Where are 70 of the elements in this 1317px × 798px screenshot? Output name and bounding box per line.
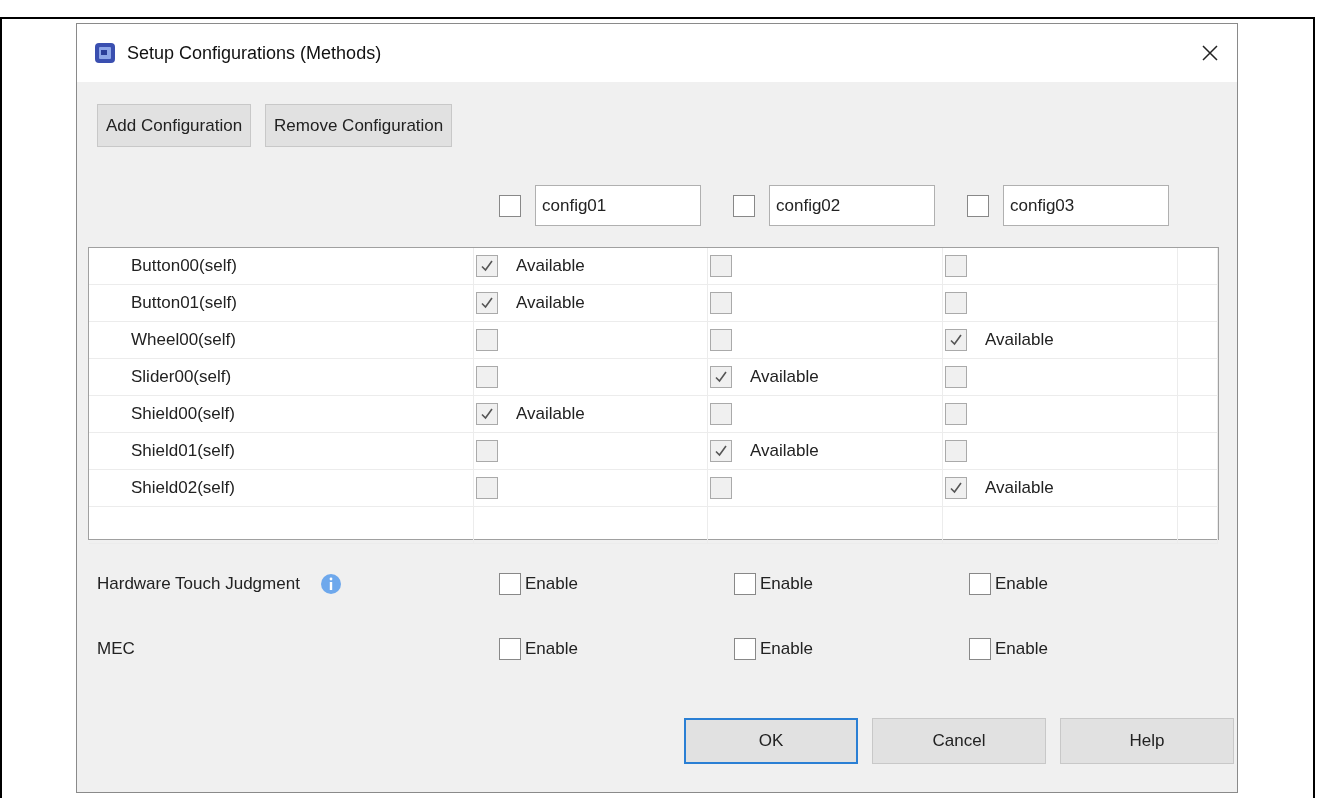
checkbox[interactable] bbox=[710, 477, 732, 499]
method-name: Shield02(self) bbox=[131, 478, 235, 498]
dialog-button[interactable]: Cancel bbox=[872, 718, 1046, 764]
checkbox-label: Enable bbox=[525, 574, 578, 594]
dialog-button[interactable]: Help bbox=[1060, 718, 1234, 764]
method-name: Wheel00(self) bbox=[131, 330, 236, 350]
checkbox[interactable] bbox=[476, 477, 498, 499]
name-field[interactable]: config03 bbox=[1003, 185, 1169, 226]
checkbox[interactable] bbox=[476, 440, 498, 462]
checkbox[interactable] bbox=[710, 440, 732, 462]
status-text: Available bbox=[985, 478, 1054, 498]
name-field[interactable]: config01 bbox=[535, 185, 701, 226]
checkbox[interactable] bbox=[734, 638, 756, 660]
status-text: Available bbox=[985, 330, 1054, 350]
method-name: Shield00(self) bbox=[131, 404, 235, 424]
window-title: Setup Configurations (Methods) bbox=[127, 42, 383, 64]
checkbox[interactable] bbox=[945, 440, 967, 462]
checkbox[interactable] bbox=[710, 292, 732, 314]
checkbox[interactable] bbox=[476, 329, 498, 351]
status-text: Available bbox=[516, 256, 585, 276]
checkbox[interactable] bbox=[945, 292, 967, 314]
checkbox-label: Enable bbox=[995, 574, 1048, 594]
checkmark-icon bbox=[479, 258, 495, 274]
checkmark-icon bbox=[713, 443, 729, 459]
checkbox[interactable] bbox=[710, 255, 732, 277]
checkmark-icon bbox=[948, 332, 964, 348]
checkbox[interactable] bbox=[499, 194, 521, 217]
method-name: Slider00(self) bbox=[131, 367, 232, 387]
status-text: Available bbox=[516, 404, 585, 424]
checkbox[interactable] bbox=[499, 573, 521, 595]
checkbox[interactable] bbox=[710, 403, 732, 425]
checkmark-icon bbox=[948, 480, 964, 496]
checkbox[interactable] bbox=[476, 366, 498, 388]
checkmark-icon bbox=[479, 295, 495, 311]
checkbox[interactable] bbox=[710, 329, 732, 351]
checkbox[interactable] bbox=[710, 366, 732, 388]
checkbox[interactable] bbox=[476, 403, 498, 425]
method-name: Shield01(self) bbox=[131, 441, 235, 461]
toolbar-button[interactable]: Add Configuration bbox=[97, 104, 252, 147]
status-text: Available bbox=[750, 367, 819, 387]
checkbox[interactable] bbox=[945, 403, 967, 425]
checkbox[interactable] bbox=[967, 194, 989, 217]
checkmark-icon bbox=[479, 406, 495, 422]
checkbox[interactable] bbox=[476, 255, 498, 277]
status-text: Available bbox=[750, 441, 819, 461]
option-label: MEC bbox=[97, 639, 135, 659]
checkbox-label: Enable bbox=[525, 639, 578, 659]
checkbox-label: Enable bbox=[760, 574, 813, 594]
checkbox-label: Enable bbox=[760, 639, 813, 659]
checkbox[interactable] bbox=[476, 292, 498, 314]
dialog-button[interactable]: OK bbox=[684, 718, 858, 764]
info-icon[interactable] bbox=[319, 573, 342, 595]
toolbar-button[interactable]: Remove Configuration bbox=[265, 104, 453, 147]
option-label: Hardware Touch Judgment bbox=[97, 574, 300, 594]
method-name: Button01(self) bbox=[131, 293, 237, 313]
checkbox-label: Enable bbox=[995, 639, 1048, 659]
method-name: Button00(self) bbox=[131, 256, 237, 276]
checkbox[interactable] bbox=[945, 329, 967, 351]
checkbox[interactable] bbox=[945, 366, 967, 388]
checkbox[interactable] bbox=[945, 255, 967, 277]
status-text: Available bbox=[516, 293, 585, 313]
checkbox[interactable] bbox=[733, 194, 755, 217]
checkbox[interactable] bbox=[969, 638, 991, 660]
checkmark-icon bbox=[713, 369, 729, 385]
app-icon bbox=[93, 41, 117, 65]
checkbox[interactable] bbox=[734, 573, 756, 595]
checkbox[interactable] bbox=[969, 573, 991, 595]
checkbox[interactable] bbox=[945, 477, 967, 499]
checkbox[interactable] bbox=[499, 638, 521, 660]
name-field[interactable]: config02 bbox=[769, 185, 935, 226]
